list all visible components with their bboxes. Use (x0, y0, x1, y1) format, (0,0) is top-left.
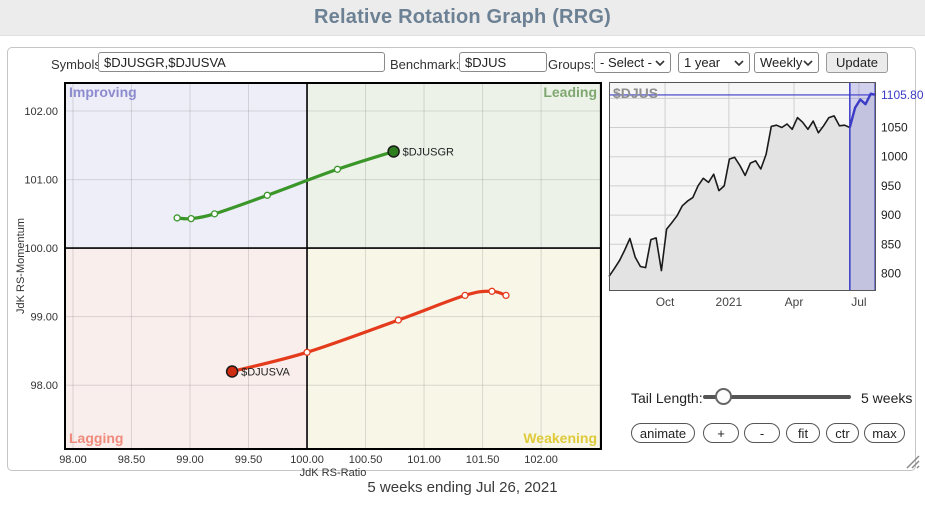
mini-x-tick-label: Jul (851, 295, 866, 309)
tail-point[interactable] (264, 192, 270, 198)
title-bar: Relative Rotation Graph (RRG) (0, 0, 925, 36)
footer-caption: 5 weeks ending Jul 26, 2021 (0, 479, 925, 496)
tail-length-value: 5 weeks (861, 390, 912, 406)
frequency-select[interactable]: Weekly (754, 52, 819, 73)
zoom-in-button[interactable]: + (703, 423, 739, 443)
head-marker-$DJUSVA[interactable] (227, 366, 238, 377)
x-axis-title: JdK RS-Ratio (300, 467, 367, 479)
current-price-label: 1105.80 (881, 88, 924, 102)
x-axis-tick-label: 99.50 (235, 454, 263, 466)
chevron-down-icon (655, 60, 665, 66)
tail-point[interactable] (212, 211, 218, 217)
y-axis-title: JdK RS-Momentum (15, 218, 27, 314)
chevron-down-icon (803, 60, 813, 66)
rrg-panel: Symbols: Benchmark: Groups: - Select - 1… (7, 47, 916, 471)
resize-handle[interactable] (904, 453, 920, 469)
series-label-$DJUSVA: $DJUSVA (241, 366, 290, 378)
tail-point[interactable] (503, 292, 509, 298)
mini-y-tick-label: 800 (881, 266, 901, 280)
x-axis-tick-label: 101.00 (407, 454, 441, 466)
y-axis-tick-label: 98.00 (30, 380, 58, 392)
tail-point[interactable] (174, 215, 180, 221)
rrg-chart: Improving Leading Lagging Weakening $DJUSGR $… (8, 48, 608, 472)
quadrant-label-improving: Improving (69, 84, 137, 100)
mini-x-tick-label: Oct (656, 295, 675, 309)
tail-length-slider-thumb[interactable] (715, 388, 732, 405)
frequency-select-value: Weekly (760, 55, 802, 70)
x-axis-tick-label: 100.00 (290, 454, 324, 466)
mini-y-tick-label: 1000 (881, 150, 908, 164)
x-axis-tick-label: 102.00 (524, 454, 558, 466)
fit-button[interactable]: fit (786, 423, 820, 443)
page-title: Relative Rotation Graph (RRG) (0, 0, 925, 35)
mini-y-tick-label: 950 (881, 179, 901, 193)
quadrant-weakening (307, 248, 601, 449)
zoom-out-button[interactable]: - (744, 423, 780, 443)
y-axis-tick-label: 100.00 (24, 243, 58, 255)
y-axis-tick-label: 99.00 (30, 312, 58, 324)
tail-point[interactable] (304, 349, 310, 355)
mini-y-tick-label: 1050 (881, 121, 908, 135)
quadrant-label-lagging: Lagging (69, 430, 123, 446)
tail-point[interactable] (188, 216, 194, 222)
mini-chart-symbol-label: $DJUS (613, 85, 658, 101)
animate-button[interactable]: animate (631, 423, 695, 443)
tail-length-label: Tail Length: (631, 390, 703, 406)
mini-x-tick-label: 2021 (716, 295, 743, 309)
rrg-app: Relative Rotation Graph (RRG) Symbols: B… (0, 0, 925, 509)
mini-x-tick-label: Apr (785, 295, 804, 309)
period-select-value: 1 year (684, 55, 720, 70)
mini-y-tick-label: 850 (881, 237, 901, 251)
tail-point[interactable] (462, 292, 468, 298)
x-axis-tick-label: 98.50 (118, 454, 146, 466)
ctr-button[interactable]: ctr (826, 423, 859, 443)
mini-y-tick-label: 900 (881, 208, 901, 222)
head-marker-$DJUSGR[interactable] (388, 146, 399, 157)
quadrant-label-weakening: Weakening (523, 430, 597, 446)
max-button[interactable]: max (864, 423, 905, 443)
benchmark-mini-chart: $DJUS105010009509008508001105.80Oct2021A… (609, 82, 916, 317)
tail-point[interactable] (334, 166, 340, 172)
x-axis-tick-label: 101.50 (466, 454, 500, 466)
series-label-$DJUSGR: $DJUSGR (403, 146, 454, 158)
tail-point[interactable] (395, 317, 401, 323)
x-axis-tick-label: 100.50 (349, 454, 383, 466)
x-axis-tick-label: 99.00 (176, 454, 204, 466)
x-axis-tick-label: 98.00 (59, 454, 87, 466)
period-select[interactable]: 1 year (678, 52, 750, 73)
tail-point[interactable] (489, 288, 495, 294)
quadrant-lagging (65, 248, 307, 449)
y-axis-tick-label: 102.00 (24, 106, 58, 118)
update-button[interactable]: Update (826, 52, 888, 73)
quadrant-improving (65, 83, 307, 248)
y-axis-tick-label: 101.00 (24, 175, 58, 187)
chevron-down-icon (734, 60, 744, 66)
quadrant-label-leading: Leading (543, 84, 597, 100)
